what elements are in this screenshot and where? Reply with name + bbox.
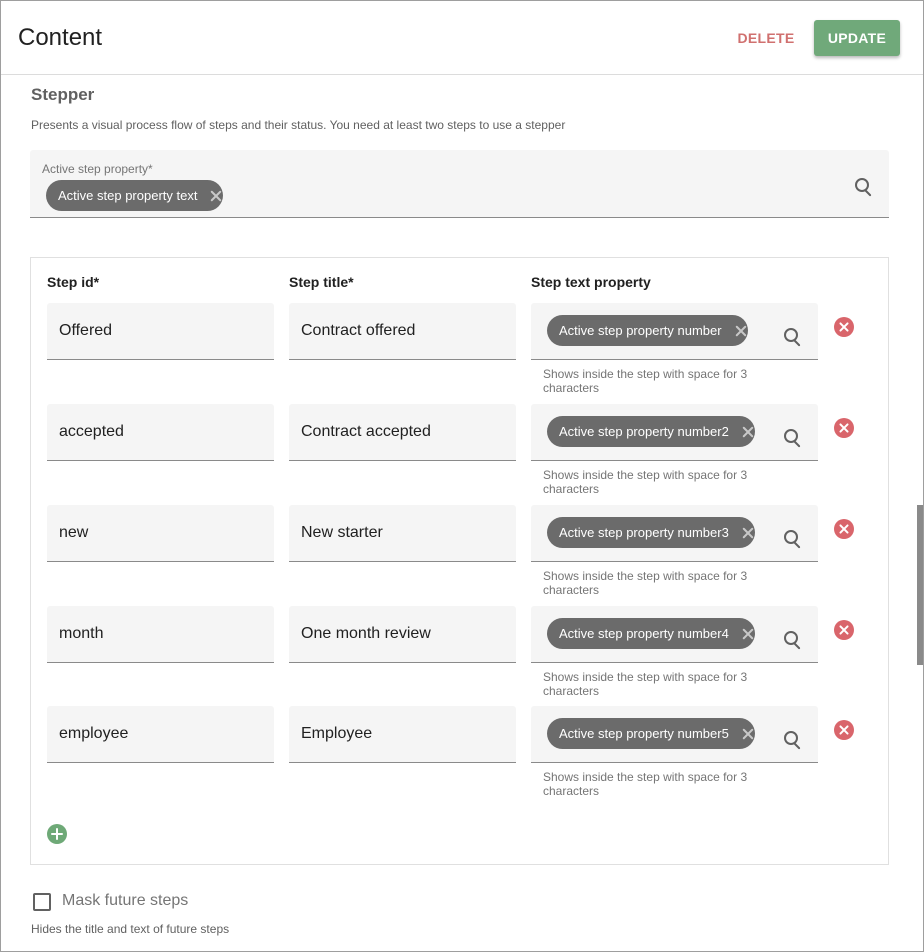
content-dialog: Content DELETE UPDATE Stepper Presents a… — [0, 0, 924, 952]
remove-step-icon[interactable] — [834, 720, 854, 740]
search-icon[interactable] — [784, 530, 804, 550]
step-text-property-field[interactable]: Active step property number — [531, 303, 818, 360]
close-icon[interactable] — [741, 526, 755, 540]
step-text-property-chip[interactable]: Active step property number3 — [547, 517, 755, 548]
step-id-value: accepted — [59, 423, 124, 440]
mask-future-steps-checkbox[interactable] — [33, 893, 51, 911]
mask-future-steps-label[interactable]: Mask future steps — [62, 892, 188, 910]
search-icon[interactable] — [855, 178, 875, 198]
scrollbar-thumb[interactable] — [917, 505, 923, 665]
step-helper-text: Shows inside the step with space for 3 c… — [543, 569, 748, 597]
remove-step-icon[interactable] — [834, 620, 854, 640]
close-icon[interactable] — [741, 425, 755, 439]
step-text-property-chip[interactable]: Active step property number2 — [547, 416, 755, 447]
step-id-value: Offered — [59, 322, 113, 339]
close-icon[interactable] — [741, 727, 755, 741]
step-id-value: month — [59, 625, 104, 642]
step-text-property-field[interactable]: Active step property number2 — [531, 404, 818, 461]
step-id-field[interactable]: Offered — [47, 303, 274, 360]
dialog-header: Content DELETE UPDATE — [1, 1, 923, 75]
close-icon[interactable] — [741, 627, 755, 641]
step-text-property-chip[interactable]: Active step property number4 — [547, 618, 755, 649]
step-text-property-field[interactable]: Active step property number5 — [531, 706, 818, 763]
search-icon[interactable] — [784, 429, 804, 449]
update-button[interactable]: UPDATE — [814, 20, 900, 56]
search-icon[interactable] — [784, 328, 804, 348]
remove-step-icon[interactable] — [834, 317, 854, 337]
search-icon[interactable] — [784, 731, 804, 751]
add-step-icon[interactable] — [47, 824, 67, 844]
close-icon[interactable] — [209, 189, 223, 203]
page-title: Content — [18, 24, 103, 51]
step-helper-text: Shows inside the step with space for 3 c… — [543, 367, 748, 395]
step-id-field[interactable]: new — [47, 505, 274, 562]
chip-label: Active step property number5 — [559, 726, 729, 741]
chip-label: Active step property number2 — [559, 424, 729, 439]
column-header-step-id: Step id* — [47, 274, 100, 290]
step-text-property-chip[interactable]: Active step property number5 — [547, 718, 755, 749]
step-title-value: New starter — [301, 524, 383, 541]
step-title-field[interactable]: New starter — [289, 505, 516, 562]
chip-label: Active step property text — [58, 188, 198, 203]
remove-step-icon[interactable] — [834, 519, 854, 539]
step-title-value: Employee — [301, 725, 373, 742]
section-description: Presents a visual process flow of steps … — [31, 118, 566, 132]
close-icon[interactable] — [734, 324, 748, 338]
step-text-property-field[interactable]: Active step property number3 — [531, 505, 818, 562]
remove-step-icon[interactable] — [834, 418, 854, 438]
chip-label: Active step property number — [559, 323, 722, 338]
search-icon[interactable] — [784, 631, 804, 651]
step-text-property-chip[interactable]: Active step property number — [547, 315, 748, 346]
mask-future-steps-helper: Hides the title and text of future steps — [31, 922, 230, 936]
step-text-property-field[interactable]: Active step property number4 — [531, 606, 818, 663]
section-title: Stepper — [31, 85, 95, 104]
step-id-value: new — [59, 524, 89, 541]
step-title-value: Contract offered — [301, 322, 416, 339]
step-title-value: One month review — [301, 625, 431, 642]
step-title-field[interactable]: One month review — [289, 606, 516, 663]
active-step-property-label: Active step property* — [42, 162, 153, 176]
active-step-property-chip[interactable]: Active step property text — [46, 180, 224, 211]
step-title-value: Contract accepted — [301, 423, 431, 440]
steps-panel: Step id* Step title* Step text property … — [30, 257, 889, 865]
step-helper-text: Shows inside the step with space for 3 c… — [543, 770, 748, 798]
step-id-field[interactable]: employee — [47, 706, 274, 763]
step-helper-text: Shows inside the step with space for 3 c… — [543, 468, 748, 496]
column-header-step-title: Step title* — [289, 274, 354, 290]
step-title-field[interactable]: Contract offered — [289, 303, 516, 360]
step-helper-text: Shows inside the step with space for 3 c… — [543, 670, 748, 698]
active-step-property-field[interactable]: Active step property* Active step proper… — [30, 150, 889, 218]
chip-label: Active step property number3 — [559, 525, 729, 540]
step-title-field[interactable]: Contract accepted — [289, 404, 516, 461]
step-id-field[interactable]: month — [47, 606, 274, 663]
delete-button[interactable]: DELETE — [731, 21, 801, 55]
column-header-step-text-property: Step text property — [531, 274, 651, 290]
step-id-field[interactable]: accepted — [47, 404, 274, 461]
step-title-field[interactable]: Employee — [289, 706, 516, 763]
step-id-value: employee — [59, 725, 129, 742]
chip-label: Active step property number4 — [559, 626, 729, 641]
